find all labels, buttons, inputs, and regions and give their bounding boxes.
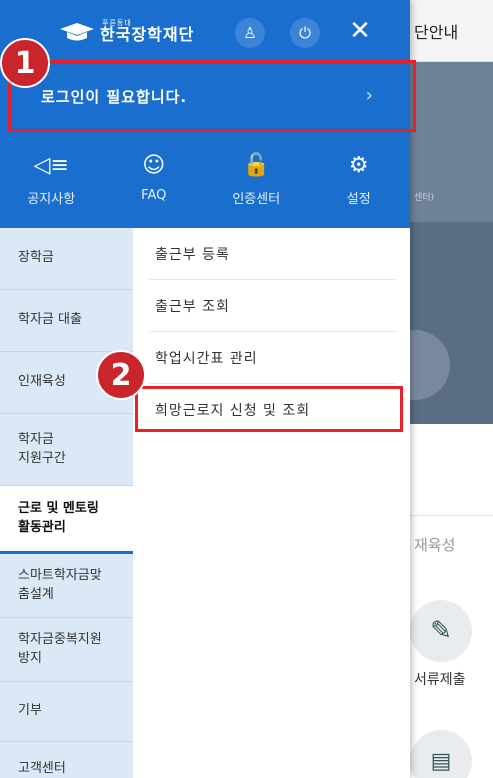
sidebar-item-customer-center[interactable]: 고객센터: [0, 742, 133, 778]
drawer-body: 장학금 학자금 대출 인재육성 학자금 지원구간 근로 및 멘토링 활동관리 스…: [0, 228, 410, 778]
bell-icon[interactable]: ♙: [235, 18, 265, 48]
sidebar-item-label: 기부: [18, 703, 42, 719]
background-divider: [410, 515, 493, 516]
quick-link-auth-center[interactable]: 🔓 인증센터: [205, 152, 308, 207]
close-icon[interactable]: ✕: [345, 16, 375, 46]
submenu-highlight-box: [135, 386, 403, 432]
gear-icon: ⚙: [348, 153, 369, 178]
background-title: 단안내: [410, 0, 493, 62]
submenu: 출근부 등록 출근부 조회 학업시간표 관리 희망근로지 신청 및 조회: [133, 228, 410, 778]
background-page: 단안내 센터) 재육성 ✎ 서류제출 ▤: [410, 0, 493, 778]
sidebar-item-student-loan[interactable]: 학자금 대출: [0, 290, 133, 352]
graduation-cap-icon: [60, 22, 94, 40]
lock-icon: 🔓: [242, 153, 270, 178]
quick-link-label: 인증센터: [232, 192, 281, 207]
chat-bubble-icon: ☺: [142, 153, 166, 178]
sidebar-item-work-mentoring[interactable]: 근로 및 멘토링 활동관리: [0, 486, 133, 554]
sidebar-item-duplicate-prevention[interactable]: 학자금중복지원 방지: [0, 618, 133, 682]
navigation-drawer: 푸른등대 한국장학재단 ♙ ⏻ ✕ 로그인이 필요합니다. › ◁≡ 공지사항 …: [0, 0, 416, 778]
login-prompt-text[interactable]: 로그인이 필요합니다.: [41, 86, 187, 107]
background-section-label: 재육성: [414, 536, 456, 554]
document-submit-label[interactable]: 서류제출: [414, 669, 466, 689]
quick-link-notice[interactable]: ◁≡ 공지사항: [0, 152, 103, 207]
login-prompt-box[interactable]: 로그인이 필요합니다. ›: [8, 60, 416, 132]
background-hero-text: 센터): [414, 193, 435, 203]
submenu-item-attendance-register[interactable]: 출근부 등록: [149, 228, 396, 280]
quick-links: ◁≡ 공지사항 ☺ FAQ 🔓 인증센터 ⚙ 설정: [0, 152, 410, 207]
sidebar-item-donation[interactable]: 기부: [0, 682, 133, 742]
sidebar-item-scholarship[interactable]: 장학금: [0, 228, 133, 290]
sidebar-item-label: 근로 및 멘토링 활동관리: [18, 501, 99, 535]
sidebar: 장학금 학자금 대출 인재육성 학자금 지원구간 근로 및 멘토링 활동관리 스…: [0, 228, 133, 778]
sidebar-item-label: 인재육성: [18, 374, 66, 390]
quick-link-label: 설정: [346, 192, 371, 207]
sidebar-item-label: 학자금중복지원 방지: [18, 632, 102, 666]
quick-link-label: FAQ: [141, 188, 167, 203]
sidebar-item-label: 학자금 지원구간: [18, 432, 66, 466]
sidebar-item-support-tier[interactable]: 학자금 지원구간: [0, 414, 133, 486]
submenu-item-timetable[interactable]: 학업시간표 관리: [149, 332, 396, 384]
kosaf-logo[interactable]: 푸른등대 한국장학재단: [58, 20, 194, 43]
sidebar-item-label: 학자금 대출: [18, 312, 82, 328]
speaker-icon: ◁≡: [33, 153, 69, 178]
submenu-item-attendance-view[interactable]: 출근부 조회: [149, 280, 396, 332]
sidebar-item-label: 스마트학자금맞 춤설계: [18, 568, 102, 602]
quick-link-faq[interactable]: ☺ FAQ: [103, 152, 206, 207]
power-icon[interactable]: ⏻: [290, 18, 320, 48]
drawer-topbar: 푸른등대 한국장학재단 ♙ ⏻ ✕: [0, 0, 410, 62]
sidebar-item-smart-design[interactable]: 스마트학자금맞 춤설계: [0, 554, 133, 618]
document-submit-icon[interactable]: ✎: [410, 600, 472, 662]
drawer-header: 푸른등대 한국장학재단 ♙ ⏻ ✕ 로그인이 필요합니다. › ◁≡ 공지사항 …: [0, 0, 416, 228]
receipt-icon[interactable]: ▤: [410, 730, 472, 778]
sidebar-item-label: 장학금: [18, 250, 54, 266]
logo-name: 한국장학재단: [100, 25, 195, 44]
quick-link-label: 공지사항: [27, 192, 76, 207]
annotation-badge-2: 2: [96, 350, 146, 400]
chevron-right-icon[interactable]: ›: [366, 85, 373, 106]
sidebar-item-label: 고객센터: [18, 761, 66, 777]
quick-link-settings[interactable]: ⚙ 설정: [308, 152, 411, 207]
annotation-badge-1: 1: [0, 38, 50, 88]
